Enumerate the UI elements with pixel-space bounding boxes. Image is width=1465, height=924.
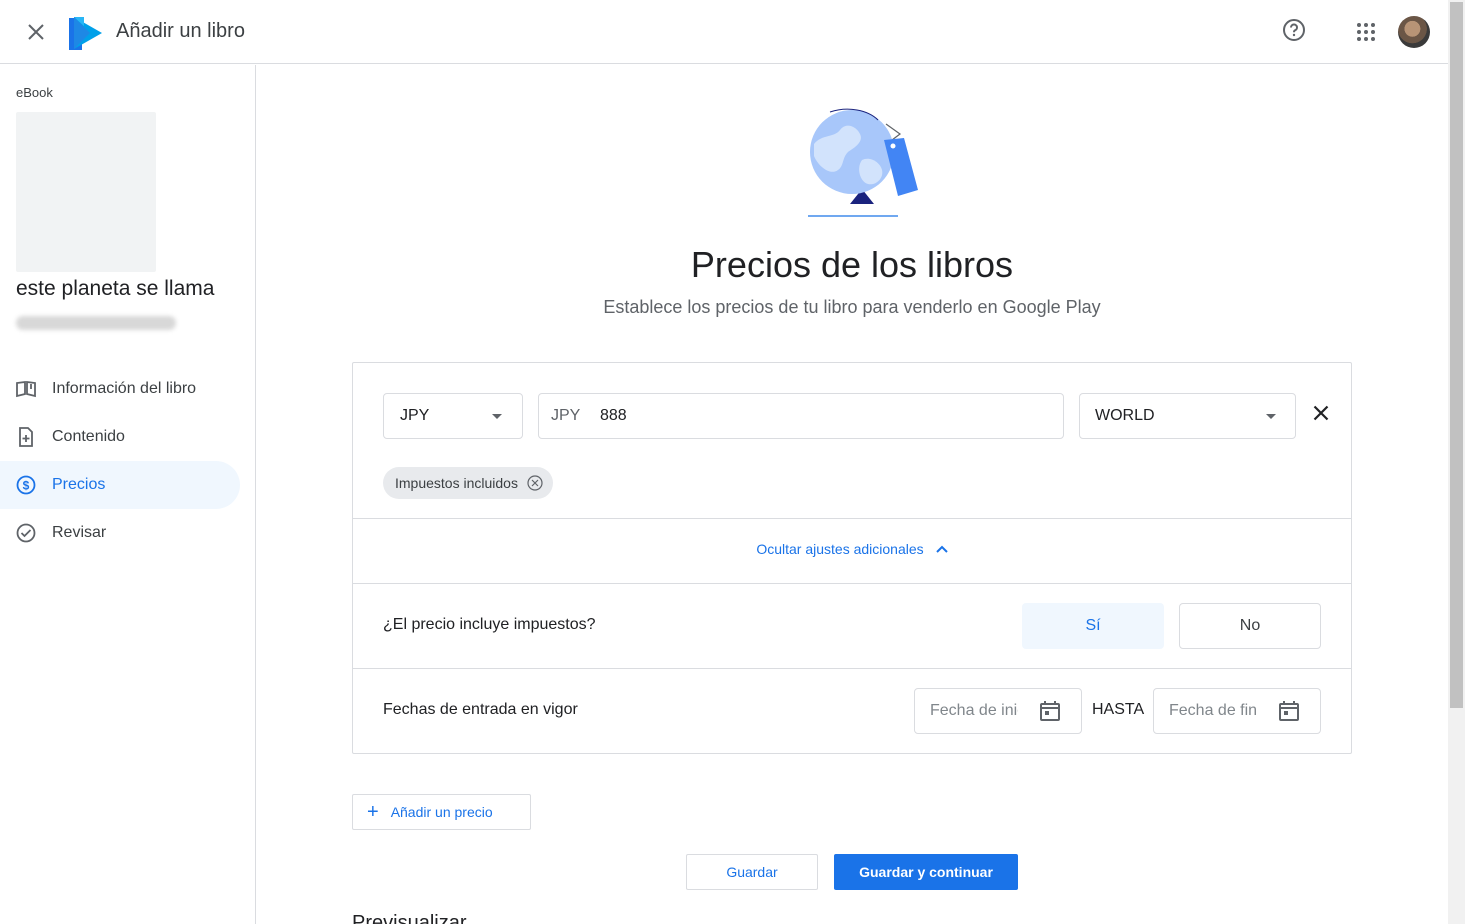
sidebar-item-content[interactable]: Contenido [0, 413, 240, 461]
book-title: este planeta se llama [16, 277, 215, 300]
page-subtitle: Establece los precios de tu libro para v… [603, 297, 1101, 317]
until-label: HASTA [1092, 701, 1145, 718]
dollar-circle-icon: $ [16, 475, 36, 495]
chevron-down-icon [492, 414, 502, 419]
divider [353, 668, 1351, 669]
save-button[interactable]: Guardar [686, 854, 818, 890]
apps-grid-icon[interactable] [1350, 16, 1382, 48]
sidebar-item-label: Revisar [52, 524, 107, 541]
tax-included-chip: Impuestos incluidos [383, 467, 553, 499]
page-scrollbar[interactable] [1448, 0, 1465, 924]
sidebar-item-label: Información del libro [52, 380, 197, 397]
page-title: Precios de los libros [690, 244, 1014, 285]
app-title: Añadir un libro [116, 20, 245, 42]
end-date-field[interactable]: Fecha de fin [1153, 688, 1321, 734]
next-section-heading: Previsualizar [352, 912, 467, 924]
price-input[interactable]: JPY 888 [538, 393, 1064, 439]
tax-question-label: ¿El precio incluye impuestos? [383, 616, 596, 633]
add-price-button[interactable]: + Añadir un precio [352, 794, 531, 830]
svg-text:$: $ [23, 479, 30, 493]
end-date-placeholder: Fecha de fin [1169, 702, 1257, 719]
sidebar-item-label: Contenido [52, 428, 125, 445]
plus-icon: + [367, 801, 379, 823]
add-price-label: Añadir un precio [390, 804, 493, 820]
chevron-up-icon [935, 545, 948, 553]
region-value: WORLD [1095, 407, 1155, 424]
currency-select[interactable]: JPY [383, 393, 523, 439]
remove-price-close-icon[interactable] [1309, 401, 1333, 425]
sidebar-item-pricing[interactable]: $ Precios [0, 461, 240, 509]
sidebar: eBook este planeta se llama Información … [0, 65, 256, 924]
check-circle-icon [16, 523, 36, 543]
tax-yes-button[interactable]: Sí [1022, 603, 1164, 649]
book-cover-placeholder [16, 112, 156, 272]
calendar-icon[interactable] [1278, 700, 1300, 722]
price-amount: 888 [600, 407, 627, 424]
globe-price-tag-illustration [800, 104, 924, 222]
tax-no-button[interactable]: No [1179, 603, 1321, 649]
chip-label: Impuestos incluidos [395, 475, 518, 491]
divider [353, 583, 1351, 584]
chevron-down-icon [1266, 414, 1276, 419]
price-card: JPY JPY 888 WORLD Impuestos incluidos Oc… [352, 362, 1352, 754]
start-date-placeholder: Fecha de inicio [930, 702, 1018, 719]
account-avatar[interactable] [1398, 16, 1430, 48]
save-and-continue-button[interactable]: Guardar y continuar [834, 854, 1018, 890]
document-add-icon [16, 427, 36, 447]
effective-dates-label: Fechas de entrada en vigor [383, 701, 578, 718]
divider [353, 518, 1351, 519]
sidebar-item-review[interactable]: Revisar [0, 509, 240, 557]
top-app-bar: Añadir un libro [0, 0, 1448, 64]
scrollbar-thumb[interactable] [1450, 2, 1463, 708]
price-currency-prefix: JPY [551, 407, 581, 424]
sidebar-item-book-info[interactable]: Información del libro [0, 365, 240, 413]
chip-remove-icon[interactable] [527, 475, 543, 491]
start-date-field[interactable]: Fecha de inicio [914, 688, 1082, 734]
help-circle-icon[interactable] [1278, 14, 1310, 46]
toggle-settings-label: Ocultar ajustes adicionales [756, 541, 924, 557]
region-select[interactable]: WORLD [1079, 393, 1296, 439]
play-books-logo [66, 14, 104, 52]
calendar-icon[interactable] [1039, 700, 1061, 722]
currency-value: JPY [400, 407, 430, 424]
book-info-icon [16, 379, 36, 399]
book-format-label: eBook [16, 85, 53, 100]
book-author-blurred [16, 316, 176, 330]
hide-additional-settings-toggle[interactable]: Ocultar ajustes adicionales [353, 541, 1351, 557]
sidebar-item-label: Precios [52, 476, 106, 493]
close-icon[interactable] [20, 16, 52, 48]
